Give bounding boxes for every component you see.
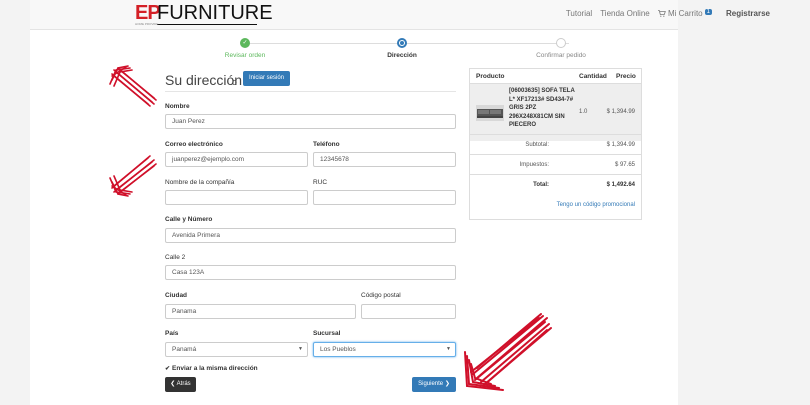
step-confirm: Confirmar pedido	[501, 38, 621, 59]
branch-select[interactable]: Los Pueblos ▼	[313, 342, 456, 357]
city-field[interactable]: Panama	[165, 304, 356, 319]
nav-links: Tutorial Tienda Online Mi Carrito 1 Regis…	[566, 9, 770, 18]
street2-field[interactable]: Casa 123A	[165, 265, 456, 280]
select-caret-icon: ▼	[298, 346, 303, 352]
postal-label: Código postal	[361, 292, 401, 299]
nav-link-tutorial[interactable]: Tutorial	[566, 9, 592, 18]
cart-item-row: [06003635] SOFA TELA L* XF17213# SD434-7…	[470, 83, 641, 141]
tax-row: Impuestos: $ 97.65	[470, 154, 641, 174]
step-address-label: Dirección	[387, 52, 417, 59]
same-address-label: Enviar a la misma dirección	[172, 365, 258, 372]
same-address-checkbox[interactable]: ✔ Enviar a la misma dirección	[165, 365, 258, 372]
back-label: Atrás	[176, 381, 191, 387]
city-label: Ciudad	[165, 292, 188, 299]
product-price: $ 1,394.99	[606, 109, 635, 115]
next-label: Siguiente	[418, 381, 444, 387]
postal-field[interactable]	[361, 304, 456, 319]
country-value: Panamá	[172, 346, 197, 353]
col-qty: Cantidad	[579, 73, 607, 80]
checkout-steps: ✓ Revisar orden Dirección Confirmar pedi…	[165, 38, 643, 62]
divider	[165, 91, 456, 92]
sofa-product-image	[476, 105, 504, 121]
or-text: o	[232, 77, 238, 87]
logo-ep-text: EP	[135, 2, 161, 24]
tax-label: Impuestos:	[519, 162, 549, 168]
back-button[interactable]: ❮ Atrás	[165, 377, 196, 392]
next-button[interactable]: Siguiente ❯	[412, 377, 456, 392]
step-confirm-label: Confirmar pedido	[536, 52, 586, 59]
nav-link-tienda[interactable]: Tienda Online	[600, 9, 650, 18]
active-step-icon	[397, 38, 407, 48]
cart-count-badge: 1	[704, 9, 712, 15]
street2-label: Calle 2	[165, 254, 186, 261]
annotation-arrow-middle-icon	[109, 155, 157, 197]
name-field[interactable]: Juan Perez	[165, 114, 456, 129]
pending-step-icon	[556, 38, 566, 48]
login-button[interactable]: Iniciar sesión	[243, 71, 290, 86]
chevron-left-icon: ❮	[170, 381, 176, 387]
right-gutter	[678, 0, 810, 405]
col-product: Producto	[476, 73, 505, 80]
logo-furniture-text: FURNITURE	[157, 2, 273, 24]
promo-code-link[interactable]: Tengo un código promocional	[470, 202, 641, 208]
register-link[interactable]: Registrarse	[726, 9, 770, 18]
total-value: $ 1,492.64	[606, 182, 635, 188]
subtotal-value: $ 1,394.99	[606, 142, 635, 148]
subtotal-row: Subtotal: $ 1,394.99	[470, 134, 641, 154]
street-label: Calle y Número	[165, 216, 213, 223]
annotation-arrow-bottom-icon	[464, 313, 552, 391]
country-select[interactable]: Panamá ▼	[165, 342, 308, 357]
page-title: Su dirección	[165, 72, 243, 88]
tax-value: $ 97.65	[614, 162, 635, 168]
step-review-order[interactable]: ✓ Revisar orden	[185, 38, 305, 59]
annotation-arrow-top-icon	[109, 65, 157, 107]
nav-link-cart[interactable]: Mi Carrito 1	[657, 9, 712, 18]
branch-label: Sucursal	[313, 330, 341, 337]
total-label: Total:	[533, 182, 549, 188]
cart-label: Mi Carrito	[667, 9, 703, 18]
chevron-right-icon: ❯	[444, 381, 450, 387]
cart-icon	[657, 10, 666, 17]
total-row: Total: $ 1,492.64	[470, 174, 641, 194]
company-field[interactable]	[165, 190, 308, 205]
company-label: Nombre de la compañía	[165, 179, 235, 186]
col-price: Precio	[616, 73, 636, 80]
email-field[interactable]: juanperez@ejemplo.com	[165, 152, 308, 167]
order-summary: Producto Cantidad Precio [06003635] SOFA…	[469, 68, 642, 220]
country-label: País	[165, 330, 179, 337]
email-label: Correo electrónico	[165, 141, 223, 148]
street-field[interactable]: Avenida Primera	[165, 228, 456, 243]
step-address: Dirección	[342, 38, 462, 59]
select-caret-icon: ▼	[446, 346, 451, 352]
name-label: Nombre	[165, 103, 190, 110]
checkout-page: EP FURNITURE HOME PROVIDE Tutorial Tiend…	[0, 0, 810, 405]
check-icon: ✓	[240, 38, 250, 48]
logo-underline	[157, 24, 257, 25]
ruc-field[interactable]	[313, 190, 456, 205]
phone-field[interactable]: 12345678	[313, 152, 456, 167]
subtotal-label: Subtotal:	[525, 142, 549, 148]
logo-tagline: HOME PROVIDE	[135, 22, 159, 26]
product-qty: 1.0	[579, 109, 588, 115]
phone-label: Teléfono	[313, 141, 340, 148]
left-gutter	[0, 0, 30, 405]
checkbox-check-icon: ✔	[165, 366, 171, 372]
ruc-label: RUC	[313, 179, 328, 186]
step-review-label: Revisar orden	[224, 52, 266, 59]
branch-value: Los Pueblos	[320, 346, 356, 353]
product-name: [06003635] SOFA TELA L* XF17213# SD434-7…	[509, 88, 575, 128]
